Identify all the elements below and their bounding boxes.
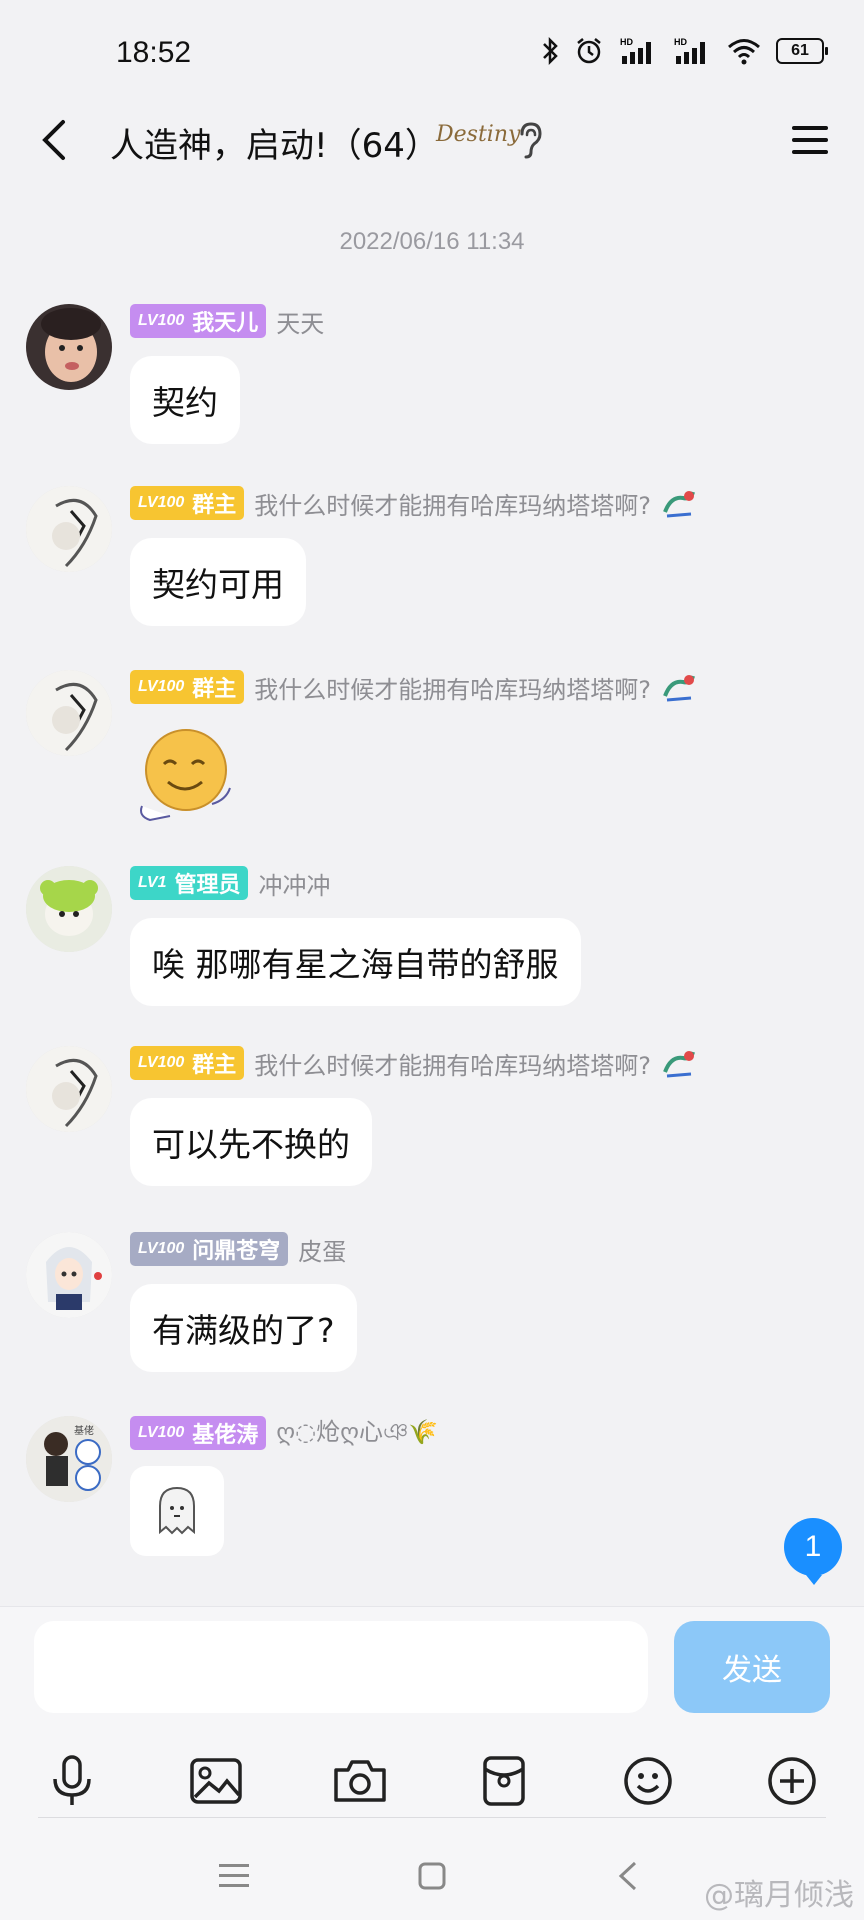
smiley-sticker[interactable] [130,720,238,828]
emoji-icon [624,1757,672,1805]
sender-nickname: 我什么时候才能拥有哈库玛纳塔塔啊? [254,675,652,704]
toolbar-divider [38,1817,826,1818]
message-meta: LV100 我天儿 天天 [130,304,324,338]
send-button[interactable]: 发送 [674,1621,830,1713]
message-bubble[interactable]: 有满级的了? [130,1284,357,1372]
red-packet-icon [483,1756,525,1806]
message-meta: LV100 问鼎苍穹 皮蛋 [130,1232,346,1266]
sender-nickname: 我什么时候才能拥有哈库玛纳塔塔啊? [254,491,652,520]
recents-button[interactable] [206,1848,262,1904]
hamburger-icon [792,126,828,154]
svg-text:HD: HD [674,37,687,47]
level-badge: LV100 问鼎苍穹 [130,1232,289,1266]
sender-nickname: 天天 [276,309,325,338]
sender-nickname: 我什么时候才能拥有哈库玛纳塔塔啊? [254,1051,652,1080]
chevron-left-icon [42,120,65,160]
dragon-badge-icon [661,486,697,520]
message-input[interactable] [34,1621,648,1713]
message-meta: LV100 基佬涛 ღ◌炝ღ心ঞ🌾 [130,1416,438,1450]
message-bubble[interactable]: 契约 [130,356,240,444]
level-badge: LV100 群主 [130,670,245,704]
avatar[interactable] [26,1232,112,1318]
level-badge: LV100 群主 [130,486,245,520]
avatar[interactable] [26,670,112,756]
plus-icon [768,1757,816,1805]
recents-icon [219,1864,249,1887]
unread-count-badge[interactable]: 1 [784,1518,842,1585]
destiny-badge: Destiny [436,122,521,147]
back-triangle-icon [618,1861,637,1891]
signal-2-icon: HD [672,36,712,66]
level-badge: LV100 基佬涛 [130,1416,267,1450]
avatar[interactable]: 基佬 [26,1416,112,1502]
image-button[interactable] [184,1749,248,1813]
ghost-sticker[interactable] [130,1466,224,1556]
svg-text:HD: HD [620,37,633,47]
status-bar: 18:52 HD HD 61 [0,0,864,110]
battery-icon: 61 [776,38,828,64]
signal-1-icon: HD [618,36,658,66]
avatar[interactable] [26,866,112,952]
home-icon [418,1862,446,1890]
level-badge: LV100 我天儿 [130,304,267,338]
message-timestamp: 2022/06/16 11:34 [339,228,525,255]
message-meta: LV100 群主 我什么时候才能拥有哈库玛纳塔塔啊? [130,486,697,520]
red-packet-button[interactable] [472,1749,536,1813]
avatar[interactable] [26,486,112,572]
menu-button[interactable] [780,110,840,170]
message-meta: LV1 管理员 冲冲冲 [130,866,330,900]
emoji-button[interactable] [616,1749,680,1813]
camera-icon [334,1760,386,1802]
watermark: @璃月倾浅 [704,1878,854,1913]
status-icons: HD HD 61 [540,36,828,66]
back-button[interactable] [24,110,84,170]
chat-header: 人造神，启动!（64） Destiny [0,100,864,180]
message-meta: LV100 群主 我什么时候才能拥有哈库玛纳塔塔啊? [130,670,697,704]
avatar[interactable] [26,304,112,390]
home-button[interactable] [404,1848,460,1904]
group-title: 人造神，启动!（64） [110,126,439,166]
chat-screen: 18:52 HD HD 61 人造神，启动!（64） Destiny 2022/… [0,0,864,1920]
level-badge: LV1 管理员 [130,866,249,900]
image-icon [190,1758,242,1804]
message-bubble[interactable]: 可以先不换的 [130,1098,372,1186]
avatar[interactable] [26,1046,112,1132]
level-badge: LV100 群主 [130,1046,245,1080]
dragon-badge-icon [661,1046,697,1080]
microphone-button[interactable] [40,1749,104,1813]
ear-icon[interactable] [516,120,546,160]
system-back-button[interactable] [600,1848,656,1904]
wifi-icon [726,36,762,66]
microphone-icon [53,1755,91,1805]
message-bubble[interactable]: 契约可用 [130,538,306,626]
composer-toolbar [0,1731,864,1831]
svg-text:基佬: 基佬 [74,1424,94,1437]
bluetooth-icon [540,36,560,66]
sender-nickname: 皮蛋 [298,1237,347,1266]
alarm-icon [574,36,604,66]
message-bubble[interactable]: 唉 那哪有星之海自带的舒服 [130,918,581,1006]
plus-button[interactable] [760,1749,824,1813]
dragon-badge-icon [661,670,697,704]
message-meta: LV100 群主 我什么时候才能拥有哈库玛纳塔塔啊? [130,1046,697,1080]
sender-nickname: ღ◌炝ღ心ঞ🌾 [276,1418,439,1446]
sender-nickname: 冲冲冲 [258,871,331,900]
status-time: 18:52 [116,36,192,69]
camera-button[interactable] [328,1749,392,1813]
